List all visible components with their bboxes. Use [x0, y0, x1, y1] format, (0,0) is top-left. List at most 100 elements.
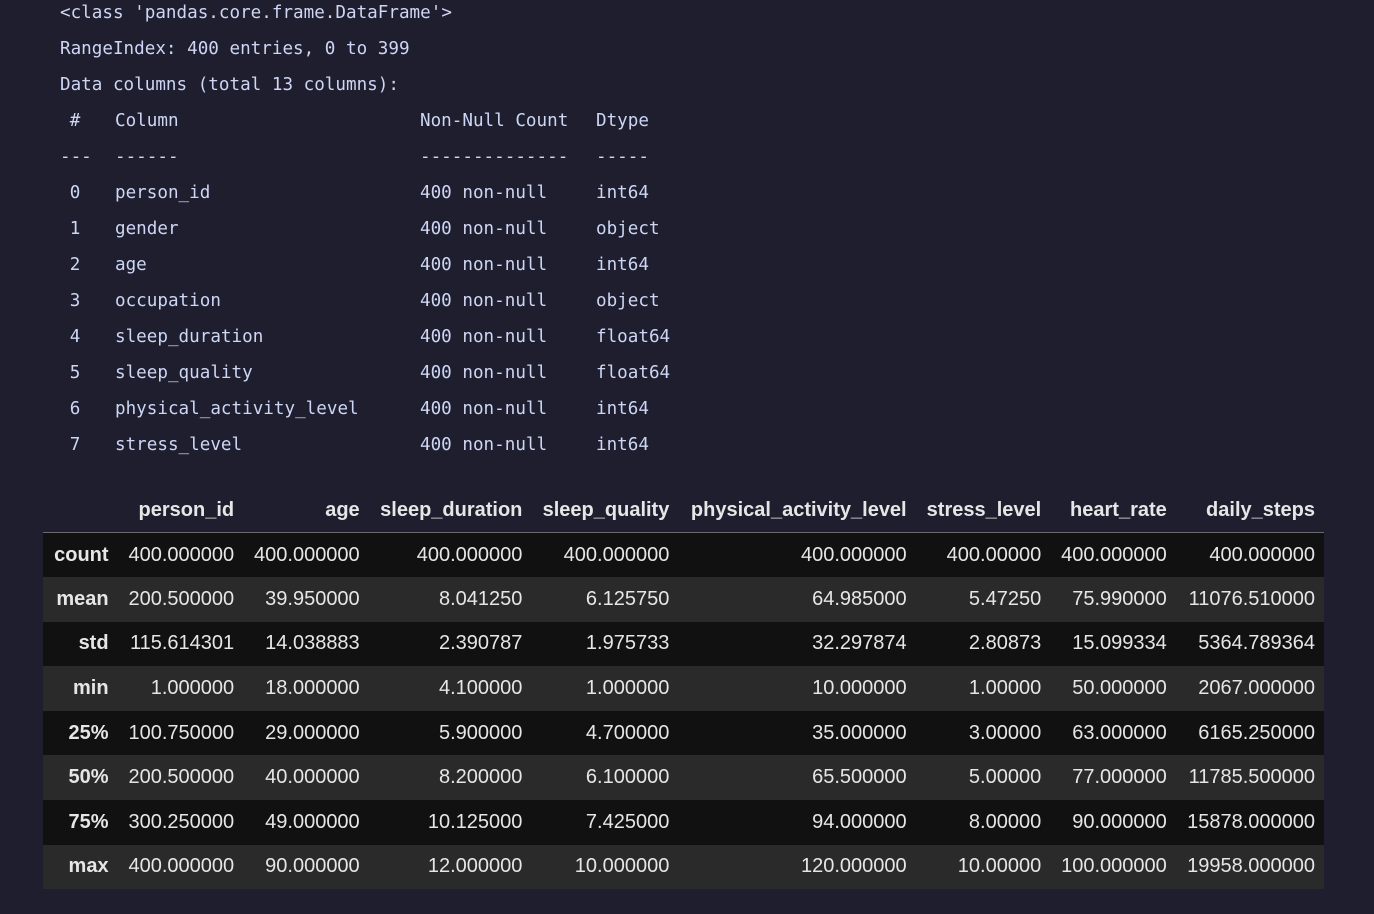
info-row-column: age	[115, 255, 147, 275]
info-row-column: person_id	[115, 183, 211, 203]
table-cell: 400.000000	[128, 855, 235, 878]
table-cell: 200.500000	[128, 766, 235, 789]
row-label: 75%	[68, 810, 109, 833]
info-row-non-null: 400 non-null	[420, 363, 548, 383]
table-cell: 8.200000	[438, 766, 523, 789]
table-cell: 75.990000	[1072, 587, 1167, 610]
table-row: count 400.000000 400.000000 400.000000 400.0…	[43, 532, 1324, 578]
table-cell: 400.000000	[128, 543, 235, 566]
info-row-dtype: float64	[596, 363, 671, 383]
table-cell: 77.000000	[1072, 766, 1167, 789]
column-header: heart_rate	[1050, 488, 1176, 533]
table-cell: 40.000000	[265, 766, 360, 789]
table-cell: 14.038883	[265, 632, 360, 655]
table-cell: 200.500000	[128, 587, 235, 610]
describe-table: person_id age sleep_duration sleep_quality p…	[43, 488, 1324, 890]
table-cell: 18.000000	[265, 677, 360, 700]
table-cell: 10.125000	[427, 810, 523, 833]
info-row-non-null: 400 non-null	[420, 219, 548, 239]
info-row-idx: 5	[69, 363, 81, 383]
info-row-idx: 6	[69, 399, 81, 419]
table-cell: 10.000000	[574, 855, 670, 878]
table-cell: 2.80873	[968, 632, 1042, 655]
info-row-dtype: int64	[596, 255, 649, 275]
info-separator-idx: ---	[60, 147, 92, 167]
table-cell: 10.000000	[812, 677, 907, 700]
table-cell: 4.100000	[438, 677, 523, 700]
table-cell: 400.000000	[1061, 543, 1167, 566]
table-cell: 49.000000	[265, 810, 360, 833]
info-row-dtype: int64	[596, 183, 649, 203]
table-row: max 400.000000 90.000000 12.000000 10.000000…	[43, 844, 1324, 890]
table-cell: 1.000000	[150, 677, 235, 700]
info-row-non-null: 400 non-null	[420, 399, 548, 419]
table-row: mean 200.500000 39.950000 8.041250 6.125750 6…	[43, 577, 1324, 622]
info-row-idx: 4	[69, 327, 81, 347]
info-row: 0 person_id 400 non-null int64	[60, 180, 686, 216]
table-cell: 32.297874	[812, 632, 907, 655]
info-row: 6 physical_activity_level 400 non-null int6…	[60, 396, 686, 432]
row-label: max	[68, 855, 109, 878]
table-row: std 115.614301 14.038883 2.390787 1.975733 32…	[43, 621, 1324, 667]
table-cell: 1.00000	[968, 677, 1042, 700]
info-header-column: Column	[115, 111, 179, 131]
table-cell: 5364.789364	[1198, 632, 1315, 655]
index-header-corner	[43, 488, 118, 533]
info-row-idx: 2	[69, 255, 81, 275]
table-cell: 29.000000	[265, 721, 360, 744]
data-columns-line: Data columns (total 13 columns):	[60, 75, 399, 95]
info-row-column: gender	[115, 219, 179, 239]
table-cell: 90.000000	[1072, 810, 1167, 833]
describe-table-container: person_id age sleep_duration sleep_quality p…	[43, 488, 1324, 890]
table-cell: 15.099334	[1072, 632, 1167, 655]
row-label: 50%	[68, 766, 109, 789]
table-cell: 120.000000	[800, 855, 907, 878]
table-cell: 6165.250000	[1198, 721, 1315, 744]
info-row-idx: 7	[69, 435, 81, 455]
column-header: stress_level	[915, 488, 1051, 533]
info-header-idx: #	[69, 111, 81, 131]
table-cell: 19958.000000	[1187, 855, 1315, 878]
row-label: 25%	[68, 721, 109, 744]
table-cell: 115.614301	[129, 632, 235, 655]
row-label: std	[78, 632, 109, 655]
info-row: 3 occupation 400 non-null object	[60, 288, 686, 324]
info-header-row: # Column Non-Null Count Dtype	[60, 108, 686, 144]
table-cell: 7.425000	[585, 810, 670, 833]
info-separator-column: ------	[115, 147, 179, 167]
table-cell: 64.985000	[812, 587, 907, 610]
column-header: sleep_quality	[531, 488, 679, 533]
info-row-column: sleep_quality	[115, 363, 253, 383]
info-row-non-null: 400 non-null	[420, 291, 548, 311]
info-row-non-null: 400 non-null	[420, 183, 548, 203]
table-cell: 2067.000000	[1198, 677, 1315, 700]
info-row-dtype: object	[596, 291, 660, 311]
table-cell: 12.000000	[427, 855, 523, 878]
info-row-non-null: 400 non-null	[420, 435, 548, 455]
info-row-non-null: 400 non-null	[420, 327, 548, 347]
table-cell: 400.000000	[800, 543, 907, 566]
info-header-dtype: Dtype	[596, 111, 649, 131]
info-row-dtype: float64	[596, 327, 671, 347]
table-cell: 1.975733	[585, 632, 670, 655]
info-row-idx: 1	[69, 219, 81, 239]
describe-body: count 400.000000 400.000000 400.000000 400.0…	[43, 532, 1324, 890]
table-cell: 10.00000	[957, 855, 1042, 878]
table-cell: 90.000000	[265, 855, 360, 878]
row-label: min	[73, 677, 109, 700]
range-index-line: RangeIndex: 400 entries, 0 to 399	[60, 39, 410, 59]
table-row: 75% 300.250000 49.000000 10.125000 7.425000 9…	[43, 800, 1324, 845]
info-row: 4 sleep_duration 400 non-null float64	[60, 324, 686, 360]
table-cell: 8.00000	[968, 810, 1042, 833]
info-header-non-null: Non-Null Count	[420, 111, 569, 131]
row-label: count	[54, 543, 109, 566]
column-header: daily_steps	[1175, 488, 1324, 533]
table-cell: 300.250000	[128, 810, 235, 833]
table-cell: 2.390787	[438, 632, 523, 655]
table-cell: 11785.500000	[1188, 766, 1315, 789]
table-row: 25% 100.750000 29.000000 5.900000 4.700000 35…	[43, 710, 1324, 756]
table-cell: 65.500000	[812, 766, 907, 789]
column-header: sleep_duration	[368, 488, 532, 533]
table-cell: 400.000000	[563, 543, 670, 566]
table-cell: 5.900000	[438, 721, 523, 744]
